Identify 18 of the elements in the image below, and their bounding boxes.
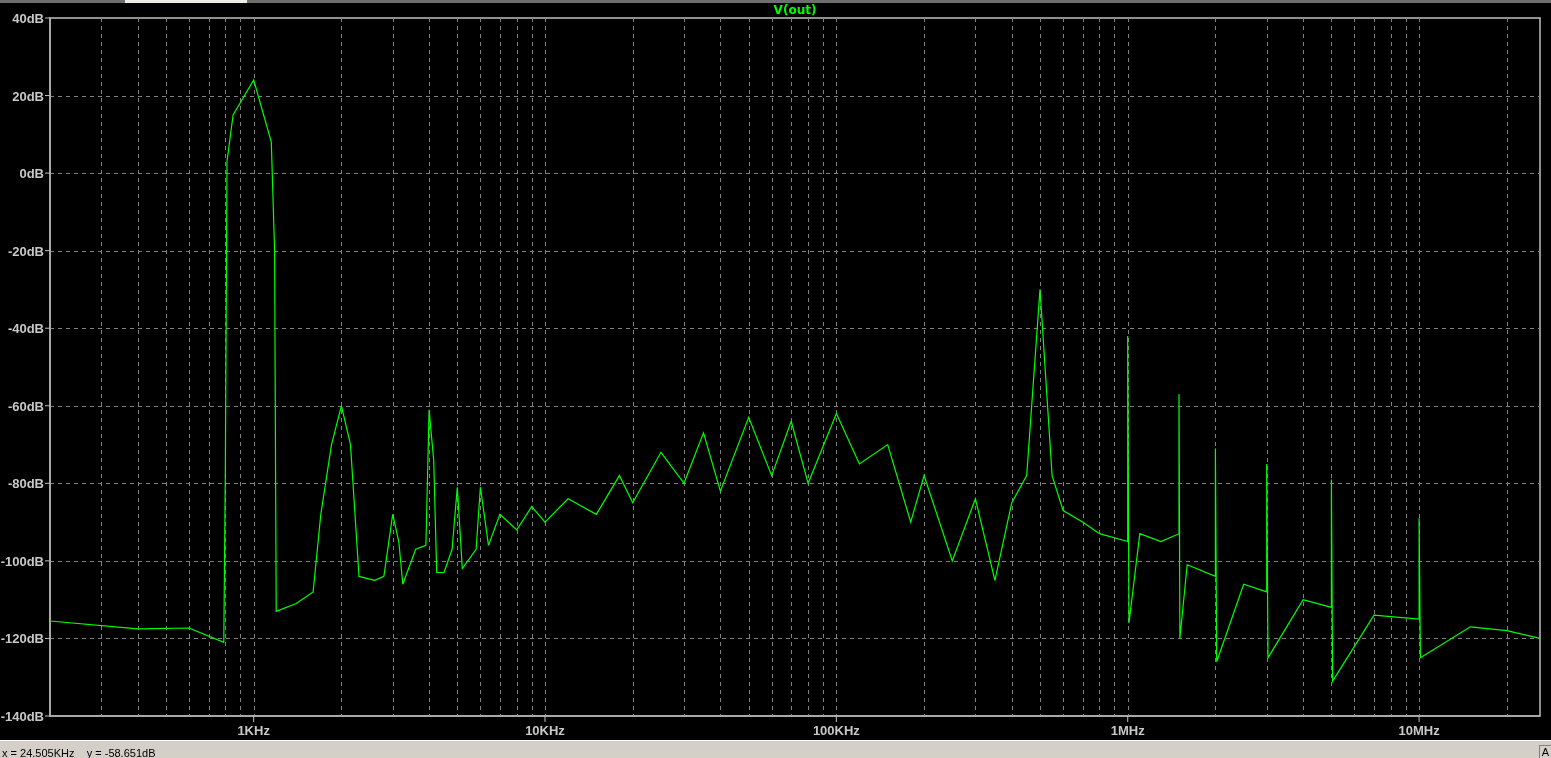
y-axis-label: -40dB (7, 321, 44, 337)
x-axis-label: 10KHz (525, 723, 565, 738)
status-field: A (1538, 745, 1551, 758)
x-axis-label: 1KHz (237, 723, 270, 738)
y-axis-label: 0dB (19, 166, 44, 182)
y-axis-label: -60dB (7, 398, 44, 414)
x-axis-label: 100KHz (812, 723, 860, 738)
x-axis-label: 1MHz (1110, 723, 1145, 738)
trace-label: V(out) (773, 3, 817, 17)
x-axis-label: 10MHz (1398, 723, 1440, 738)
y-axis-label: -100dB (0, 553, 44, 569)
y-axis-label: -80dB (7, 476, 44, 492)
y-axis-label: -20dB (7, 243, 44, 259)
y-axis-label: 40dB (12, 11, 44, 26)
window-tab[interactable] (125, 0, 247, 3)
y-axis-label: 20dB (12, 88, 44, 104)
y-axis-label: -140dB (0, 709, 44, 724)
y-axis-label: -120dB (0, 631, 44, 647)
